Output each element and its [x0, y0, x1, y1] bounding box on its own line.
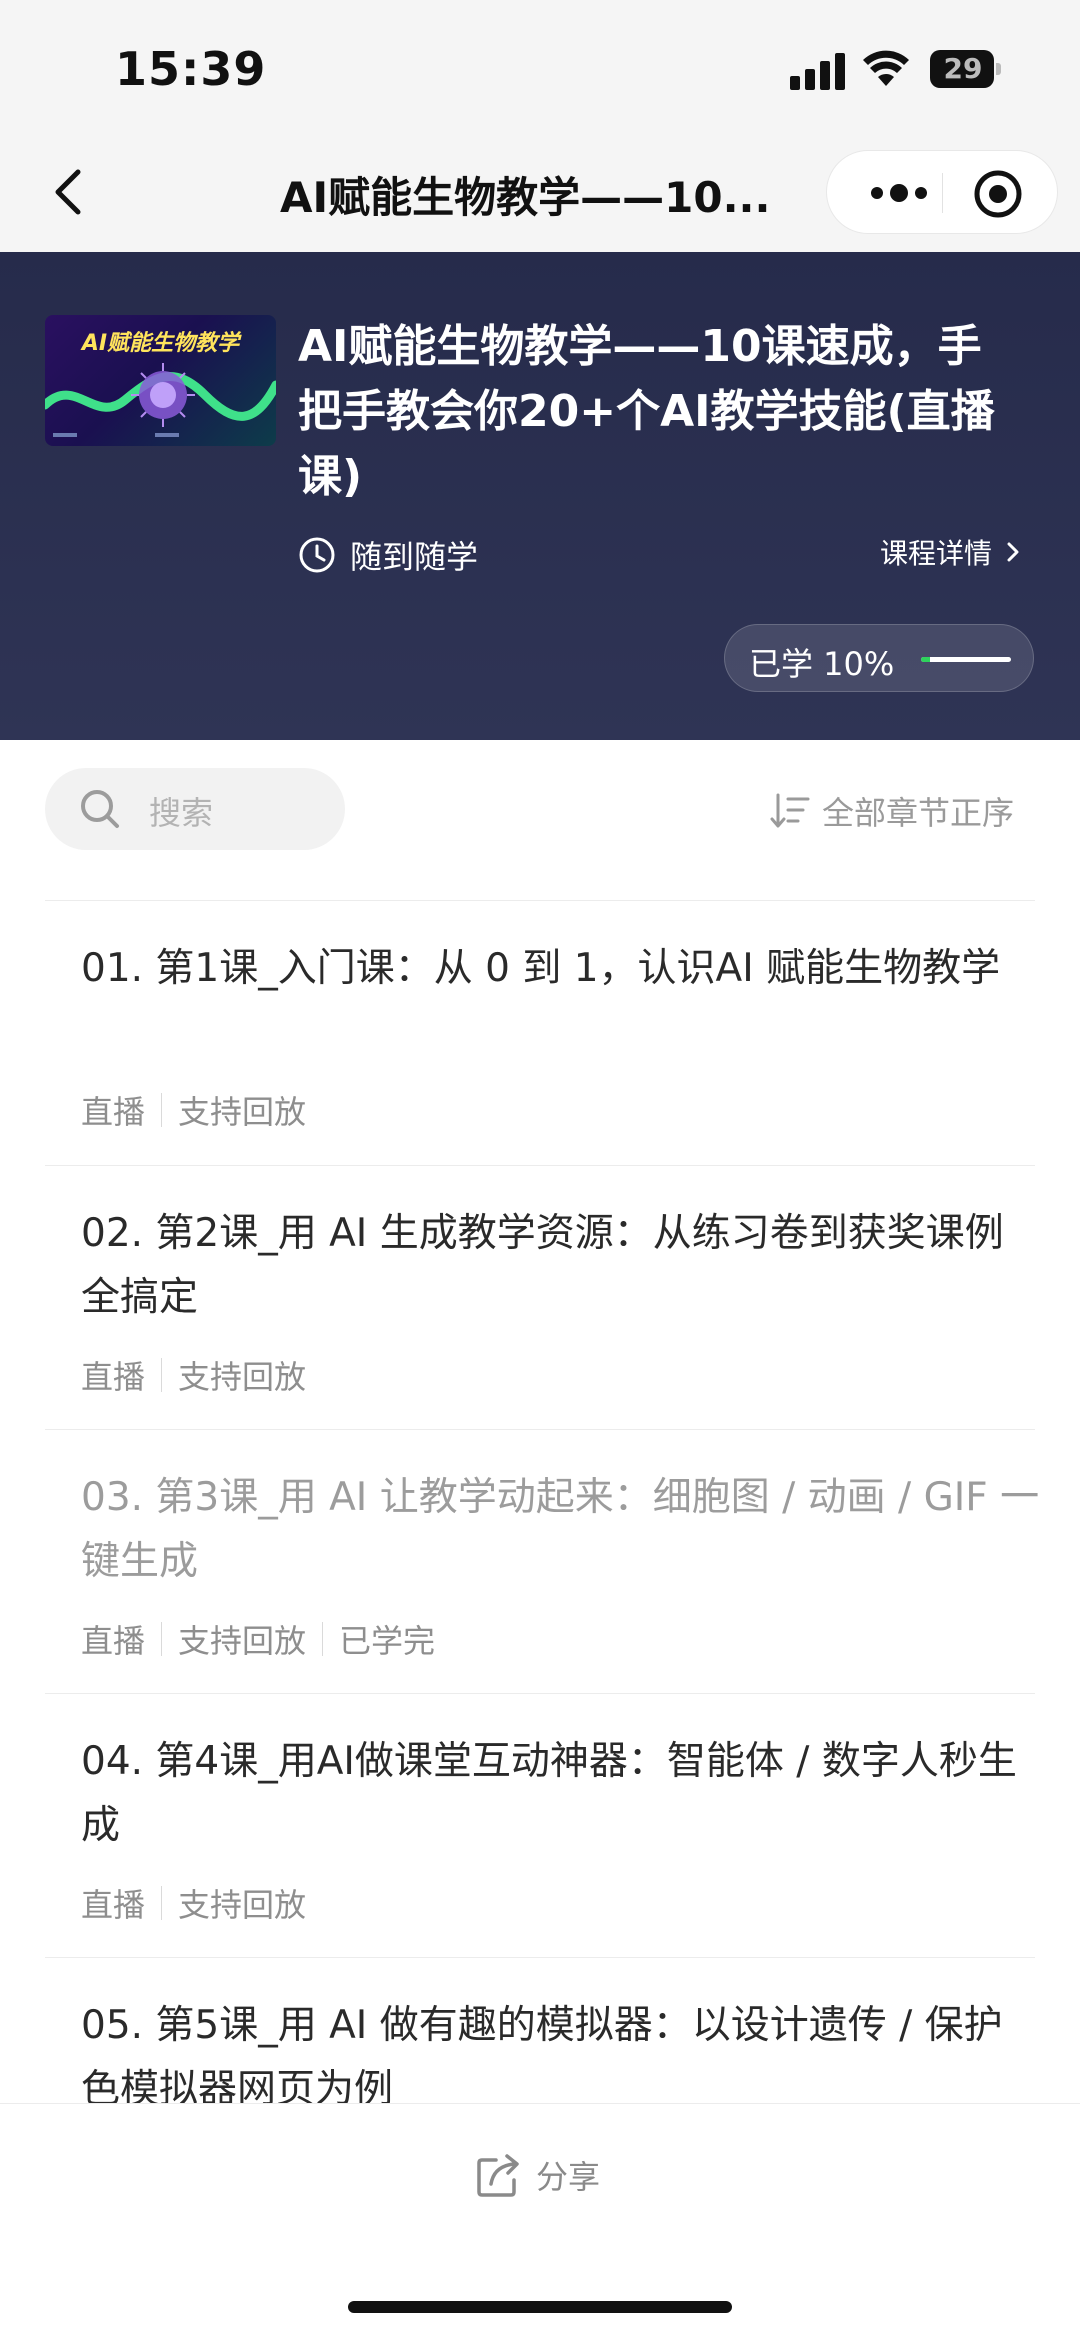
- close-mini-program-icon[interactable]: [973, 169, 1023, 219]
- lesson-title: 01. 第1课_入门课：从 0 到 1，认识AI 赋能生物教学: [81, 946, 1001, 991]
- share-label: 分享: [536, 2158, 601, 2196]
- battery-icon: 29: [930, 50, 1001, 88]
- more-icon[interactable]: [859, 171, 939, 215]
- course-details-link[interactable]: 课程详情: [880, 532, 1026, 572]
- sort-label: 全部章节正序: [822, 794, 1015, 832]
- lesson-tag: 支持回放: [178, 1622, 307, 1660]
- lesson-tag: 直播: [81, 1886, 146, 1924]
- nav-title: AI赋能生物教学——10...: [280, 173, 771, 222]
- study-mode: 随到随学: [298, 530, 478, 580]
- lesson-tags: 直播 支持回放: [81, 1352, 306, 1398]
- signal-icon: [790, 52, 846, 90]
- lesson-tag: 直播: [81, 1622, 146, 1660]
- study-progress-pill: 已学 10%: [724, 624, 1034, 692]
- home-indicator: [348, 2301, 732, 2313]
- progress-label: 已学 10%: [749, 645, 895, 683]
- lesson-tags: 直播 支持回放: [81, 1880, 306, 1926]
- lesson-tag: 直播: [81, 1358, 146, 1396]
- nav-bar: AI赋能生物教学——10...: [0, 140, 1080, 252]
- chevron-right-icon: [1007, 542, 1019, 562]
- course-header: AI赋能生物教学 AI赋能生物教学——10课速成，手把手教会你20+个AI教学技…: [0, 252, 1080, 740]
- lesson-tags: 直播 支持回放 已学完: [81, 1616, 435, 1662]
- search-placeholder: 搜索: [149, 794, 214, 832]
- lesson-tags: 直播 支持回放: [81, 1087, 306, 1133]
- lesson-item-03[interactable]: 03. 第3课_用 AI 让教学动起来：细胞图 / 动画 / GIF 一键生成 …: [45, 1429, 1039, 1693]
- search-icon: [81, 790, 119, 828]
- lesson-tag: 支持回放: [178, 1886, 307, 1924]
- share-button[interactable]: 分享: [474, 2150, 600, 2200]
- progress-bar: [921, 657, 1011, 662]
- lesson-completed-tag: 已学完: [339, 1622, 436, 1660]
- lesson-tag: 支持回放: [178, 1093, 307, 1131]
- course-details-label: 课程详情: [880, 537, 993, 570]
- battery-level: 29: [943, 52, 983, 85]
- course-cover-image[interactable]: AI赋能生物教学: [45, 315, 276, 446]
- mini-program-capsule: [826, 150, 1058, 234]
- study-mode-label: 随到随学: [350, 538, 479, 576]
- clock-icon: [299, 537, 335, 573]
- course-title: AI赋能生物教学——10课速成，手把手教会你20+个AI教学技能(直播课): [298, 321, 995, 502]
- status-time: 15:39: [115, 42, 267, 96]
- bottom-bar: 分享: [0, 2103, 1080, 2337]
- progress-bar-fill: [921, 657, 930, 662]
- lesson-list: 01. 第1课_入门课：从 0 到 1，认识AI 赋能生物教学 直播 支持回放 …: [0, 900, 1080, 2103]
- lesson-title: 03. 第3课_用 AI 让教学动起来：细胞图 / 动画 / GIF 一键生成: [81, 1475, 1040, 1584]
- lesson-item-04[interactable]: 04. 第4课_用AI做课堂互动神器：智能体 / 数字人秒生成 直播 支持回放: [45, 1693, 1035, 1957]
- capsule-divider: [942, 173, 943, 213]
- back-icon[interactable]: [40, 162, 100, 222]
- sort-order-button[interactable]: 全部章节正序: [770, 788, 1014, 834]
- wifi-icon: [863, 50, 909, 86]
- lesson-item-01[interactable]: 01. 第1课_入门课：从 0 到 1，认识AI 赋能生物教学 直播 支持回放: [45, 900, 1035, 1165]
- lesson-title: 02. 第2课_用 AI 生成教学资源：从练习卷到获奖课例全搞定: [81, 1211, 1004, 1320]
- lesson-item-02[interactable]: 02. 第2课_用 AI 生成教学资源：从练习卷到获奖课例全搞定 直播 支持回放: [45, 1165, 1035, 1429]
- search-input[interactable]: 搜索: [45, 768, 345, 850]
- lesson-tag: 支持回放: [178, 1358, 307, 1396]
- share-icon: [477, 2154, 519, 2197]
- status-bar: 15:39 29: [0, 0, 1080, 140]
- lesson-title: 05. 第5课_用 AI 做有趣的模拟器：以设计遗传 / 保护色模拟器网页为例: [81, 2003, 1003, 2103]
- lesson-title: 04. 第4课_用AI做课堂互动神器：智能体 / 数字人秒生成: [81, 1739, 1017, 1848]
- lesson-item-05[interactable]: 05. 第5课_用 AI 做有趣的模拟器：以设计遗传 / 保护色模拟器网页为例: [45, 1957, 1035, 2103]
- sort-icon: [770, 793, 810, 828]
- lesson-tag: 直播: [81, 1093, 146, 1131]
- cover-art: [45, 363, 276, 437]
